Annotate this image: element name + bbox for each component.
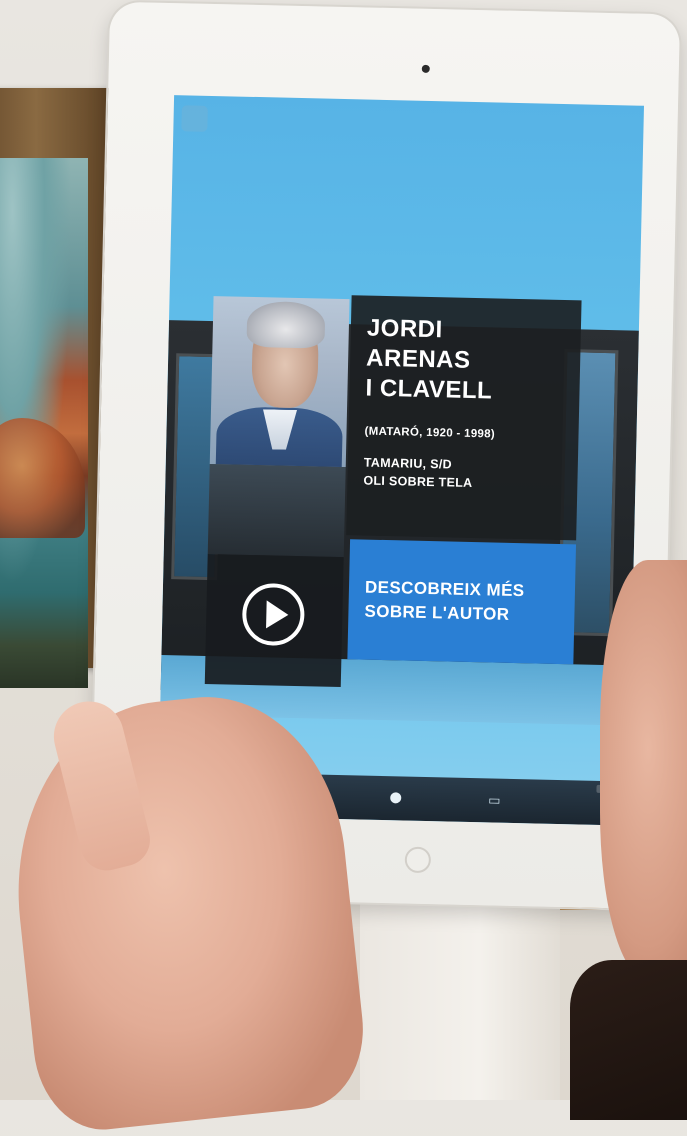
artwork-medium: OLI SOBRE TELA [363, 473, 473, 490]
discover-more-button[interactable]: DESCOBREIX MÉS SOBRE L'AUTOR [347, 539, 577, 665]
discover-label-line: SOBRE L'AUTOR [364, 601, 510, 624]
artist-info-panel: JORDI ARENAS I CLAVELL (MATARÓ, 1920 - 1… [346, 295, 582, 541]
right-hand [600, 560, 687, 980]
artist-name-line: ARENAS [365, 344, 471, 374]
play-icon [266, 600, 289, 629]
artist-name-line: I CLAVELL [365, 374, 493, 405]
artwork-title: TAMARIU, S/D [363, 455, 453, 472]
artist-name: JORDI ARENAS I CLAVELL [365, 314, 565, 408]
front-camera [421, 64, 430, 73]
artist-name-line: JORDI [366, 314, 444, 344]
jacket-sleeve [570, 960, 687, 1120]
play-button[interactable] [241, 582, 306, 647]
app-icon[interactable] [181, 105, 208, 132]
video-area [204, 554, 344, 688]
page-dot-icon[interactable] [390, 792, 402, 804]
home-button[interactable] [404, 846, 432, 874]
portrait-lower-feed [207, 464, 346, 558]
window-icon[interactable]: ▭ [488, 792, 501, 808]
white-pedestal [360, 900, 560, 1100]
artist-dates: (MATARÓ, 1920 - 1998) [364, 425, 496, 441]
artist-portrait [209, 296, 350, 468]
portrait-hair [246, 300, 326, 349]
